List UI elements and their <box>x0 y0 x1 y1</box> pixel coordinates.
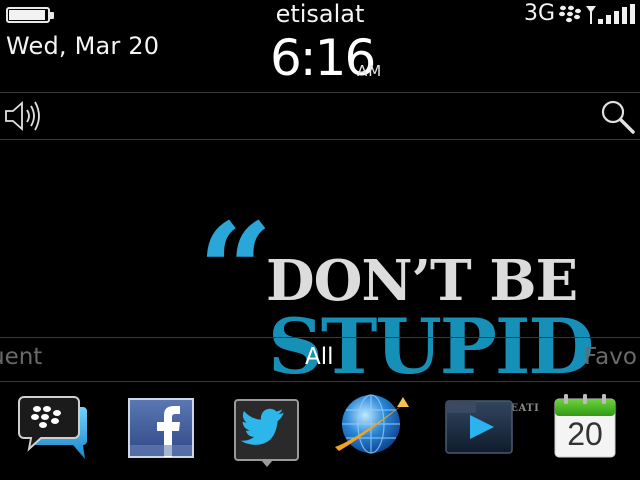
calendar-day: 20 <box>567 416 603 452</box>
search-icon[interactable] <box>600 99 636 139</box>
twitter-icon[interactable] <box>233 393 303 467</box>
tabs-top-divider <box>0 337 640 338</box>
bbm-icon[interactable] <box>17 393 87 467</box>
facebook-icon[interactable] <box>128 393 198 467</box>
signal-icon <box>586 4 638 30</box>
speaker-icon[interactable] <box>3 99 43 137</box>
calendar-icon[interactable]: 20 <box>553 393 623 467</box>
status-divider <box>0 92 640 93</box>
tab-frequent[interactable]: uent <box>0 344 42 370</box>
browser-icon[interactable] <box>333 393 409 467</box>
media-icon[interactable] <box>444 393 514 467</box>
tab-favorites[interactable]: Favo <box>584 344 637 370</box>
quote-mark-graphic: “ <box>198 194 273 347</box>
tabs-bottom-divider <box>0 381 640 382</box>
clock-ampm: AM <box>357 62 383 80</box>
network-type: 3G <box>524 1 556 26</box>
blackberry-dots-icon <box>559 5 581 27</box>
tab-all[interactable]: All <box>305 344 334 370</box>
top-divider <box>0 139 640 140</box>
date-label: Wed, Mar 20 <box>6 32 160 60</box>
